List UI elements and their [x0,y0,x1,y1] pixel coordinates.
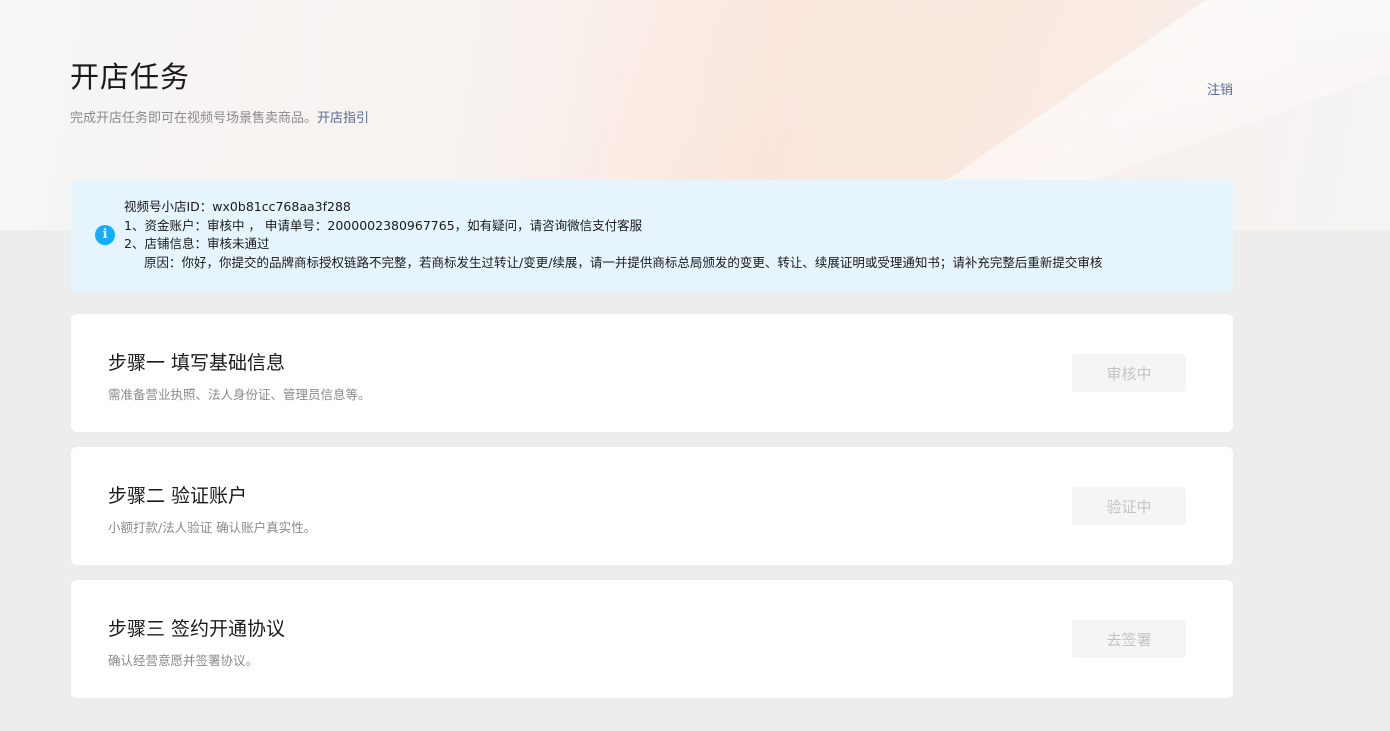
notice-line-shop-id: 视频号小店ID：wx0b81cc768aa3f288 [124,199,351,214]
status-notice: i 视频号小店ID：wx0b81cc768aa3f288 1、资金账户：审核中 … [71,180,1233,291]
subtitle-text: 完成开店任务即可在视频号场景售卖商品。 [70,111,318,126]
notice-text: 视频号小店ID：wx0b81cc768aa3f288 1、资金账户：审核中 ， … [124,198,1102,272]
logout-link[interactable]: 注销 [1207,79,1233,98]
notice-line-fund-account: 1、资金账户：审核中 ， 申请单号：2000002380967765，如有疑问，… [124,217,643,233]
step-card-sign-agreement: 步骤三 签约开通协议 确认经营意愿并签署协议。 去签署 [71,580,1233,698]
step-title: 步骤一 填写基础信息 [108,352,286,374]
notice-line-shop-info: 2、店铺信息：审核未通过 [124,236,270,251]
info-icon: i [95,225,115,245]
step-card-verify-account: 步骤二 验证账户 小额打款/法人验证 确认账户真实性。 验证中 [71,447,1233,565]
step-title: 步骤三 签约开通协议 [108,618,286,640]
under-review-button[interactable]: 审核中 [1072,354,1186,392]
step-description: 需准备营业执照、法人身份证、管理员信息等。 [108,387,371,402]
step-title: 步骤二 验证账户 [108,485,248,507]
step-description: 小额打款/法人验证 确认账户真实性。 [108,520,317,535]
step-description: 确认经营意愿并签署协议。 [108,653,259,668]
page-subtitle: 完成开店任务即可在视频号场景售卖商品。开店指引 [70,107,369,126]
open-store-guide-link[interactable]: 开店指引 [317,111,369,126]
notice-line-reason: 原因：你好，你提交的品牌商标授权链路不完整，若商标发生过转让/变更/续展，请一并… [144,254,1103,270]
step-card-basic-info: 步骤一 填写基础信息 需准备营业执照、法人身份证、管理员信息等。 审核中 [71,314,1233,432]
verifying-button[interactable]: 验证中 [1072,487,1186,525]
sign-button[interactable]: 去签署 [1072,620,1186,658]
page-title: 开店任务 [70,60,191,94]
